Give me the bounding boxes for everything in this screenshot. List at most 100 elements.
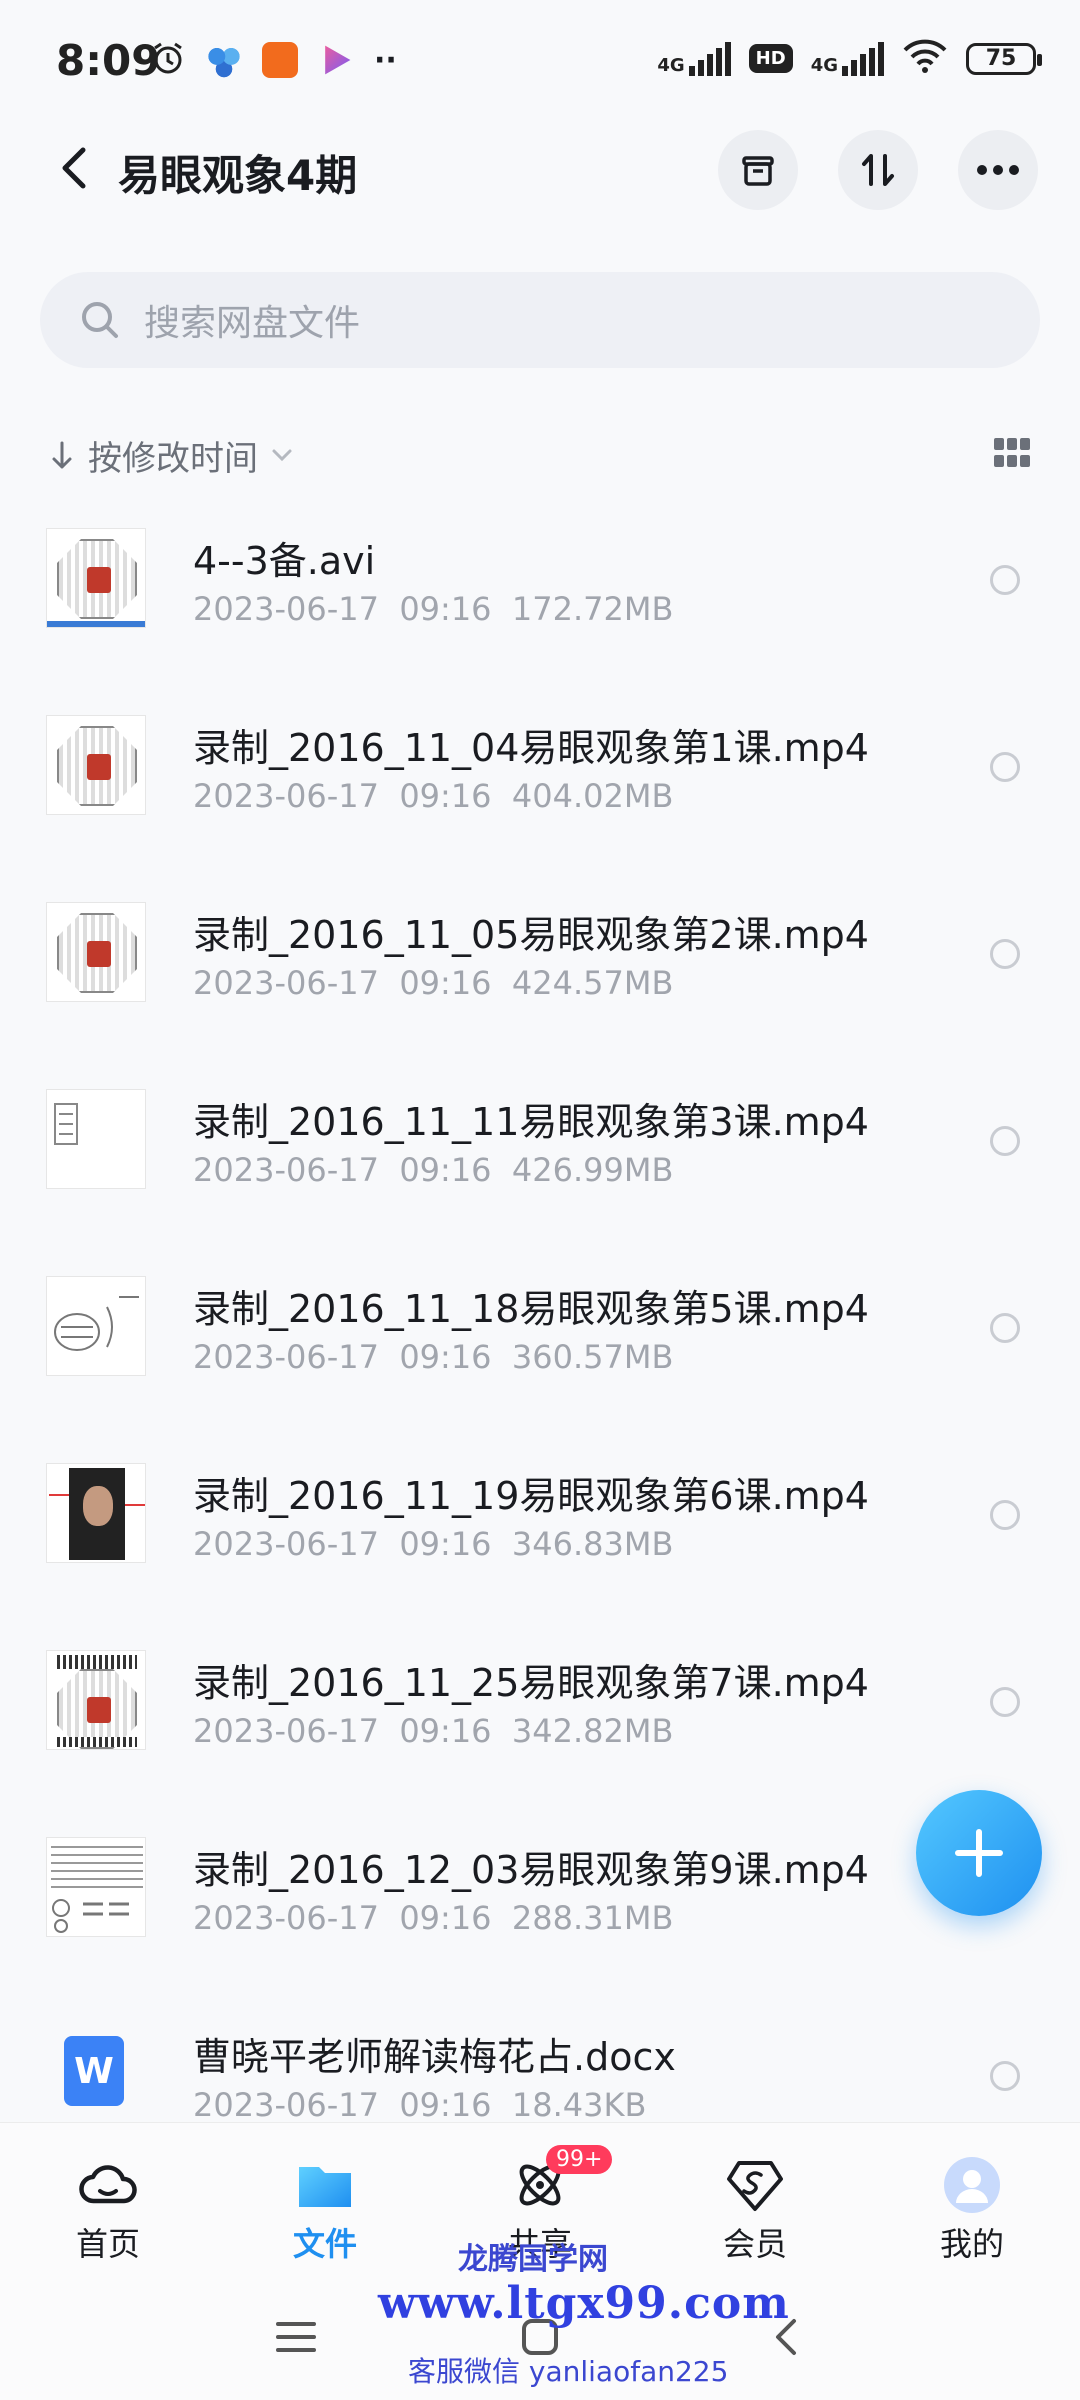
plus-icon xyxy=(955,1829,1003,1877)
signal-1: 4G xyxy=(657,41,731,76)
video-thumbnail xyxy=(46,902,146,1002)
file-name: 录制_2016_11_18易眼观象第5课.mp4 xyxy=(193,1287,869,1331)
nav-label: 我的 xyxy=(939,2225,1004,2263)
page-title: 易眼观象4期 xyxy=(118,151,358,200)
file-meta: 2023-06-17 09:16 346.83MB xyxy=(193,1525,674,1563)
sort-order-button[interactable]: 按修改时间 xyxy=(50,431,294,480)
nav-vip[interactable]: 会员 xyxy=(685,2157,825,2265)
video-thumbnail xyxy=(46,1089,146,1189)
search-bar[interactable]: 搜索网盘文件 xyxy=(40,272,1040,368)
wifi-icon xyxy=(902,38,948,79)
signal-bars-icon xyxy=(688,41,731,76)
notification-badge: 99+ xyxy=(546,2145,613,2174)
video-thumbnail xyxy=(46,528,146,628)
video-thumbnail xyxy=(46,1276,146,1376)
search-placeholder: 搜索网盘文件 xyxy=(144,303,361,344)
signal-bars-icon xyxy=(842,41,884,76)
page-header: 易眼观象4期 xyxy=(0,130,1080,210)
battery-indicator: 75 xyxy=(966,42,1042,75)
file-meta: 2023-06-17 09:16 18.43KB xyxy=(193,2086,647,2124)
file-name: 录制_2016_11_11易眼观象第3课.mp4 xyxy=(193,1100,869,1144)
avatar-icon xyxy=(942,2157,1002,2213)
status-bar: 8:09 ·· 4G HD 4G 75 xyxy=(0,0,1080,120)
network-type-2: 4G xyxy=(810,54,838,76)
orange-app-icon xyxy=(262,42,298,78)
nav-files[interactable]: 文件 xyxy=(255,2157,395,2265)
select-radio[interactable] xyxy=(990,1687,1020,1717)
sort-down-arrow-icon xyxy=(52,441,72,469)
nav-label: 文件 xyxy=(292,2225,357,2263)
file-name: 曹晓平老师解读梅花占.docx xyxy=(193,2035,676,2079)
select-radio[interactable] xyxy=(990,565,1020,595)
archive-icon xyxy=(742,156,774,186)
back-arrow-icon xyxy=(62,147,86,189)
select-radio[interactable] xyxy=(990,1313,1020,1343)
search-icon xyxy=(82,302,118,338)
select-radio[interactable] xyxy=(990,1126,1020,1156)
vip-s-icon xyxy=(725,2157,785,2213)
add-button[interactable] xyxy=(916,1790,1042,1916)
video-thumbnail xyxy=(46,1837,146,1937)
status-system-icons: 4G HD 4G 75 xyxy=(657,38,1042,79)
app-cluster-icon xyxy=(206,42,242,78)
file-name: 录制_2016_11_25易眼观象第7课.mp4 xyxy=(193,1661,869,1705)
word-doc-icon: W xyxy=(46,2024,146,2124)
hamburger-icon xyxy=(276,2322,316,2352)
file-meta: 2023-06-17 09:16 172.72MB xyxy=(193,590,674,628)
file-meta: 2023-06-17 09:16 426.99MB xyxy=(193,1151,674,1189)
video-thumbnail xyxy=(46,1650,146,1750)
video-thumbnail xyxy=(46,1463,146,1563)
file-row[interactable]: 录制_2016_11_25易眼观象第7课.mp4 2023-06-17 09:1… xyxy=(0,1640,1080,1827)
file-name: 录制_2016_12_03易眼观象第9课.mp4 xyxy=(193,1848,869,1892)
file-row[interactable]: 4--3备.avi 2023-06-17 09:16 172.72MB xyxy=(0,518,1080,705)
status-notification-icons: ·· xyxy=(150,40,397,80)
file-row[interactable]: 录制_2016_11_19易眼观象第6课.mp4 2023-06-17 09:1… xyxy=(0,1453,1080,1640)
atom-icon: 99+ xyxy=(510,2145,613,2213)
sort-row: 按修改时间 xyxy=(50,430,1030,480)
play-app-icon xyxy=(325,45,351,75)
signal-2: 4G xyxy=(810,41,884,76)
menu-button[interactable] xyxy=(266,2312,326,2362)
more-icon xyxy=(977,165,1019,175)
file-name: 4--3备.avi xyxy=(193,539,376,583)
network-type-1: 4G xyxy=(657,54,685,76)
select-radio[interactable] xyxy=(990,939,1020,969)
file-row[interactable]: 录制_2016_11_04易眼观象第1课.mp4 2023-06-17 09:1… xyxy=(0,705,1080,892)
watermark-contact: 客服微信 yanliaofan225 xyxy=(408,2355,729,2388)
file-list: 4--3备.avi 2023-06-17 09:16 172.72MB 录制_2… xyxy=(0,518,1080,2201)
alarm-icon xyxy=(150,40,186,80)
sort-label: 按修改时间 xyxy=(88,438,258,479)
nav-me[interactable]: 我的 xyxy=(902,2157,1042,2265)
file-name: 录制_2016_11_19易眼观象第6课.mp4 xyxy=(193,1474,869,1518)
select-radio[interactable] xyxy=(990,752,1020,782)
grid-view-toggle[interactable] xyxy=(994,438,1030,468)
file-meta: 2023-06-17 09:16 342.82MB xyxy=(193,1712,674,1750)
sort-swap-button[interactable] xyxy=(838,130,918,210)
file-row[interactable]: 录制_2016_11_11易眼观象第3课.mp4 2023-06-17 09:1… xyxy=(0,1079,1080,1266)
file-row[interactable]: 录制_2016_11_05易眼观象第2课.mp4 2023-06-17 09:1… xyxy=(0,892,1080,1079)
nav-label: 会员 xyxy=(722,2225,787,2263)
file-meta: 2023-06-17 09:16 424.57MB xyxy=(193,964,674,1002)
video-thumbnail xyxy=(46,715,146,815)
hd-badge: HD xyxy=(748,44,793,73)
nav-label: 首页 xyxy=(75,2225,140,2263)
more-button[interactable] xyxy=(958,130,1038,210)
nav-home[interactable]: 首页 xyxy=(38,2157,178,2265)
file-meta: 2023-06-17 09:16 288.31MB xyxy=(193,1899,674,1937)
file-meta: 2023-06-17 09:16 360.57MB xyxy=(193,1338,674,1376)
file-name: 录制_2016_11_04易眼观象第1课.mp4 xyxy=(193,726,869,770)
back-button[interactable] xyxy=(44,138,104,198)
select-radio[interactable] xyxy=(990,2061,1020,2091)
archive-button[interactable] xyxy=(718,130,798,210)
watermark-url: www.ltgx99.com xyxy=(378,2278,790,2329)
file-name: 录制_2016_11_05易眼观象第2课.mp4 xyxy=(193,913,869,957)
status-time: 8:09 xyxy=(56,36,161,85)
sort-swap-icon xyxy=(862,154,894,186)
more-dots-icon: ·· xyxy=(374,42,397,78)
watermark-site-name: 龙腾国学网 xyxy=(458,2242,608,2277)
file-row[interactable]: 录制_2016_11_18易眼观象第5课.mp4 2023-06-17 09:1… xyxy=(0,1266,1080,1453)
folder-icon xyxy=(295,2157,355,2213)
select-radio[interactable] xyxy=(990,1500,1020,1530)
file-meta: 2023-06-17 09:16 404.02MB xyxy=(193,777,674,815)
chevron-down-icon xyxy=(272,449,292,462)
